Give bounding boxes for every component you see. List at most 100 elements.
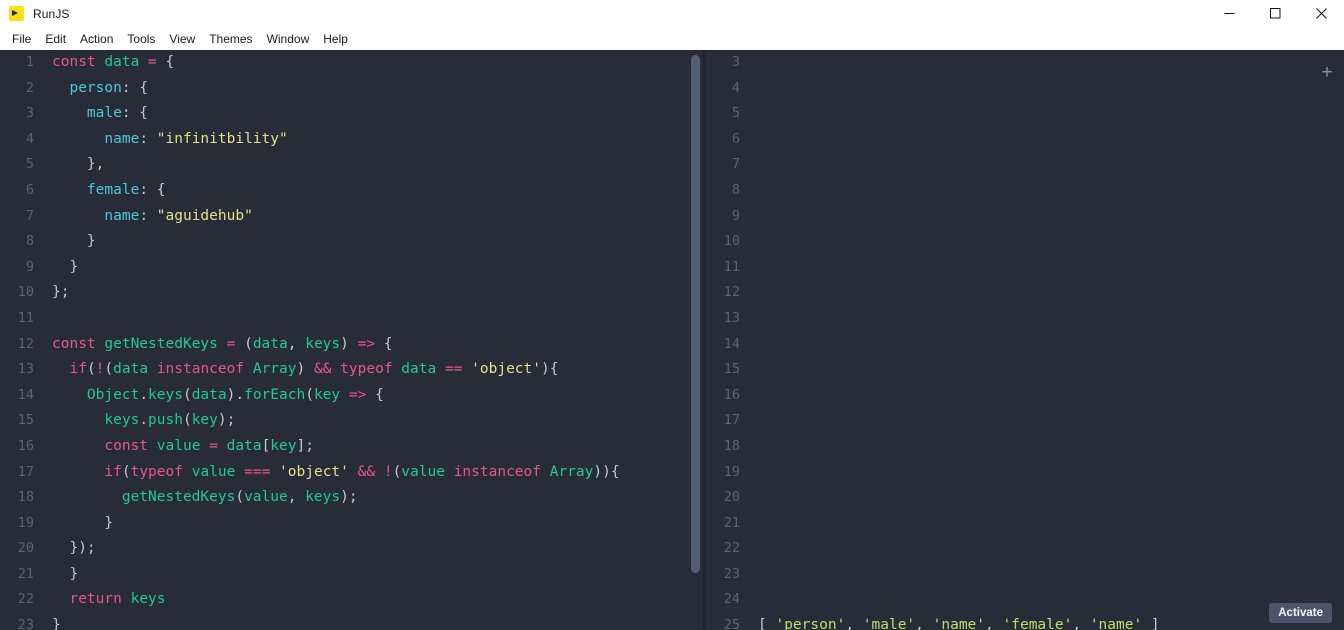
code-line[interactable]: 9 } — [0, 255, 699, 281]
code-line[interactable]: 4 — [706, 76, 1344, 102]
title-bar-left: RunJS — [0, 6, 70, 21]
code-line[interactable]: 14 — [706, 332, 1344, 358]
code-line[interactable]: 9 — [706, 204, 1344, 230]
menu-item-action[interactable]: Action — [73, 29, 120, 49]
token-pun — [445, 464, 454, 480]
menu-item-tools[interactable]: Tools — [120, 29, 162, 49]
code-line[interactable]: 14 Object.keys(data).forEach(key => { — [0, 383, 699, 409]
token-pun: ( — [392, 463, 402, 480]
code-line[interactable]: 15 — [706, 357, 1344, 383]
code-line[interactable]: 2 person: { — [0, 76, 699, 102]
token-pun: ); — [217, 412, 236, 429]
close-button[interactable] — [1298, 0, 1344, 27]
code-line[interactable]: 8 — [706, 178, 1344, 204]
menu-item-file[interactable]: File — [5, 29, 38, 49]
code-line[interactable]: 8 } — [0, 229, 699, 255]
token-pun — [462, 361, 471, 377]
menu-item-view[interactable]: View — [162, 29, 202, 49]
token-pun — [52, 182, 87, 198]
token-pun: ( — [182, 412, 192, 429]
editor-scrollbar-thumb[interactable] — [691, 55, 700, 573]
token-id: data — [226, 437, 262, 454]
code-line[interactable]: 7 name: "aguidehub" — [0, 204, 699, 230]
line-number: 13 — [723, 309, 740, 326]
add-snippet-button[interactable]: + — [1316, 61, 1338, 83]
code-line[interactable]: 12 — [706, 280, 1344, 306]
token-pun — [375, 464, 384, 480]
code-line[interactable]: 18 getNestedKeys(value, keys); — [0, 485, 699, 511]
activate-button[interactable]: Activate — [1269, 603, 1332, 623]
code-line[interactable]: 20 }); — [0, 536, 699, 562]
code-line[interactable]: 12 const getNestedKeys = (data, keys) => … — [0, 332, 699, 358]
code-line[interactable]: 11 — [0, 306, 699, 332]
code-line[interactable]: 22 return keys — [0, 587, 699, 613]
code-line[interactable]: 22 — [706, 536, 1344, 562]
token-pun: . — [139, 412, 149, 429]
token-id: value — [401, 463, 445, 480]
code-line[interactable]: 19 — [706, 460, 1344, 486]
menu-item-window[interactable]: Window — [260, 29, 317, 49]
editor-vertical-scrollbar[interactable] — [691, 55, 700, 630]
token-pun: ( — [305, 386, 314, 403]
code-line[interactable]: 7 — [706, 152, 1344, 178]
code-line[interactable]: 11 — [706, 255, 1344, 281]
line-source: Object.keys(data).forEach(key => { — [34, 383, 699, 409]
token-pun: : { — [121, 79, 149, 96]
code-line[interactable]: 1 const data = { — [0, 50, 699, 76]
code-line[interactable]: 6 — [706, 127, 1344, 153]
token-pun: ); — [340, 489, 358, 506]
code-line[interactable]: 20 — [706, 485, 1344, 511]
code-line[interactable]: 16 — [706, 383, 1344, 409]
menu-item-themes[interactable]: Themes — [202, 29, 259, 49]
code-line[interactable]: 4 name: "infinitbility" — [0, 127, 699, 153]
maximize-button[interactable] — [1252, 0, 1298, 27]
token-kw: const — [104, 437, 149, 454]
minimize-button[interactable] — [1206, 0, 1252, 27]
line-number: 7 — [25, 207, 34, 224]
code-line[interactable]: 17 — [706, 408, 1344, 434]
token-prop: female — [86, 181, 140, 198]
token-pun — [52, 387, 87, 403]
code-editor-pane[interactable]: 1 const data = {2 person: {3 male: {4 nam… — [0, 50, 699, 630]
token-pun: , — [985, 617, 1003, 630]
code-line[interactable]: 17 if(typeof value === 'object' && !(val… — [0, 460, 699, 486]
code-line[interactable]: 13 — [706, 306, 1344, 332]
code-line[interactable]: 16 const value = data[key]; — [0, 434, 699, 460]
line-source: name: "infinitbility" — [34, 127, 699, 153]
menu-item-help[interactable]: Help — [316, 29, 355, 49]
code-line[interactable]: 5 }, — [0, 152, 699, 178]
token-id: keys — [130, 591, 166, 608]
code-line[interactable]: 19 } — [0, 511, 699, 537]
code-line[interactable]: 10 — [706, 229, 1344, 255]
runjs-logo-icon — [9, 6, 24, 21]
code-line[interactable]: 6 female: { — [0, 178, 699, 204]
code-line[interactable]: 15 keys.push(key); — [0, 408, 699, 434]
line-source: keys.push(key); — [34, 408, 699, 434]
code-line[interactable]: 3 — [706, 50, 1344, 76]
menu-item-edit[interactable]: Edit — [38, 29, 73, 49]
line-number: 15 — [17, 412, 34, 429]
code-line[interactable]: 13 if(!(data instanceof Array) && typeof… — [0, 357, 699, 383]
line-number: 11 — [723, 258, 740, 275]
token-op: = — [139, 54, 166, 70]
code-line[interactable]: 23} — [0, 613, 699, 630]
code-line[interactable]: 21 — [706, 511, 1344, 537]
code-line[interactable]: 23 — [706, 562, 1344, 588]
code-line[interactable]: 3 male: { — [0, 101, 699, 127]
line-number: 10 — [17, 284, 34, 301]
token-pun — [52, 489, 122, 505]
output-pane[interactable]: 3 4 5 6 7 8 9 10 11 12 13 14 15 16 17 18 19 20 21 22 23 24 25[… — [706, 50, 1344, 630]
line-number: 19 — [723, 463, 740, 480]
code-line[interactable]: 25[ 'person', 'male', 'name', 'female', … — [706, 613, 1344, 630]
line-number: 21 — [17, 565, 34, 582]
code-line[interactable]: 24 — [706, 587, 1344, 613]
token-str: 'object' — [279, 463, 349, 480]
token-pun: ){ — [541, 361, 559, 378]
token-pun: , — [287, 489, 306, 506]
code-line[interactable]: 10}; — [0, 280, 699, 306]
editor-code-area[interactable]: 1 const data = {2 person: {3 male: {4 nam… — [0, 50, 699, 630]
code-line[interactable]: 21 } — [0, 562, 699, 588]
token-pun — [52, 105, 87, 121]
code-line[interactable]: 18 — [706, 434, 1344, 460]
code-line[interactable]: 5 — [706, 101, 1344, 127]
